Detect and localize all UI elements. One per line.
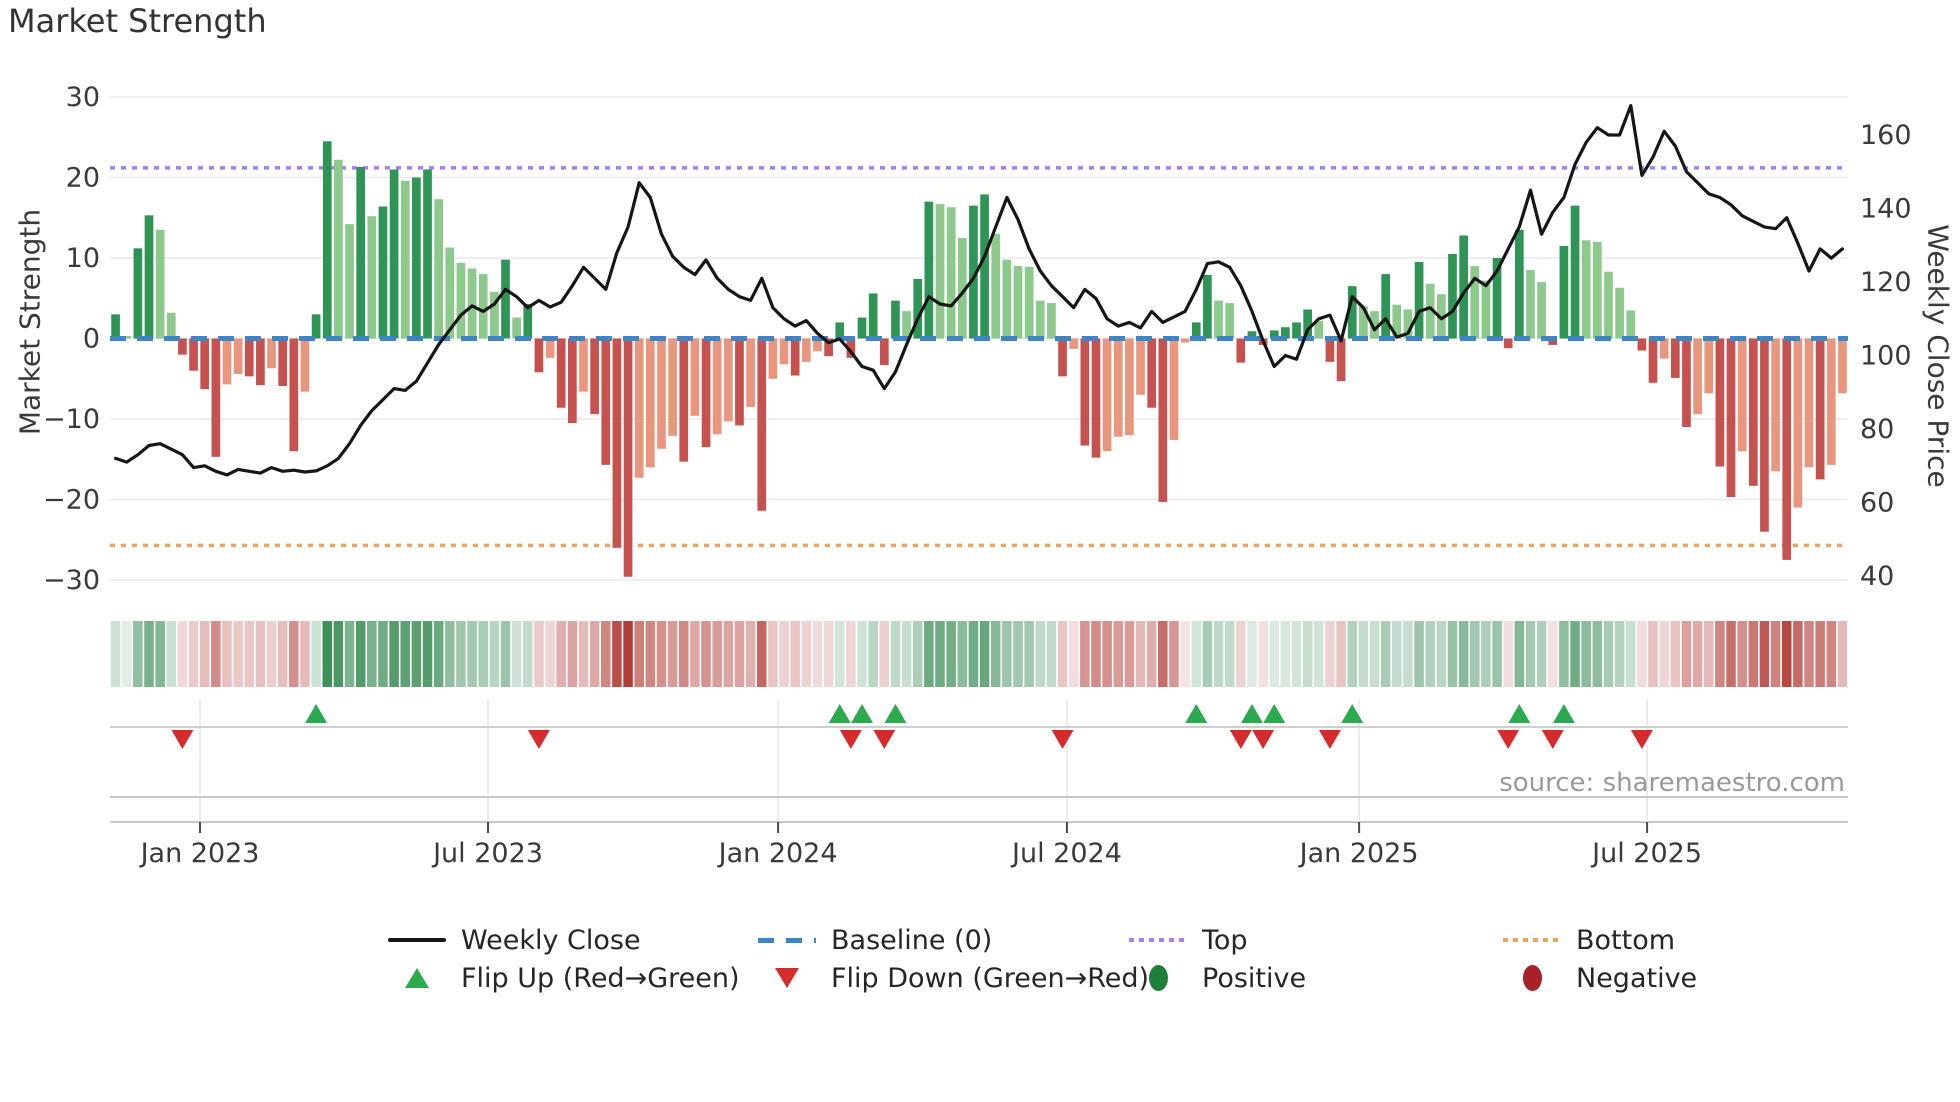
legend-item-bottom: Bottom (1502, 920, 1675, 960)
svg-text:0: 0 (83, 324, 100, 355)
negative-dot-icon (1502, 965, 1562, 991)
market-strength-figure: 30 20 10 0 −10 −20 −30 160 140 120 100 80 60 40 Jan 20… (0, 0, 1960, 1102)
svg-text:60: 60 (1860, 488, 1894, 519)
left-axis-title: Market Strength (13, 208, 47, 436)
svg-text:30: 30 (66, 82, 100, 113)
svg-text:Jan 2024: Jan 2024 (717, 838, 838, 869)
flip-up-marker (305, 704, 328, 723)
flip-up-marker (1508, 704, 1531, 723)
flip-up-marker (851, 704, 874, 723)
top-dotted-swatch (1128, 938, 1188, 942)
flip-up-triangle-icon (387, 968, 447, 988)
flip-down-marker (171, 730, 194, 749)
svg-text:−10: −10 (43, 404, 100, 435)
right-axis-title: Weekly Close Price (1921, 224, 1955, 488)
main-chart-canvas: 3020100−10−20−30160140120100806040Jan 20… (43, 82, 1912, 869)
flip-down-marker (873, 730, 896, 749)
svg-text:160: 160 (1860, 120, 1912, 151)
legend-label: Flip Down (Green→Red) (831, 962, 1150, 994)
marker-rows (110, 700, 1848, 833)
svg-text:−30: −30 (43, 565, 100, 596)
flip-up-marker (1185, 704, 1208, 723)
legend-item-flip-up: Flip Up (Red→Green) (387, 958, 740, 998)
flip-up-marker (1263, 704, 1286, 723)
legend-label: Bottom (1576, 924, 1676, 956)
legend-item-flip-down: Flip Down (Green→Red) (757, 958, 1149, 998)
svg-text:10: 10 (66, 243, 100, 274)
svg-text:80: 80 (1860, 414, 1894, 445)
flip-up-marker (1341, 704, 1364, 723)
chart-title: Market Strength (8, 2, 267, 40)
svg-text:Jul 2023: Jul 2023 (431, 838, 543, 869)
flip-down-marker (1051, 730, 1074, 749)
flip-down-marker (1630, 730, 1653, 749)
svg-text:Jul 2024: Jul 2024 (1010, 838, 1122, 869)
baseline-dash-swatch (757, 937, 817, 943)
svg-text:Jul 2025: Jul 2025 (1590, 838, 1702, 869)
legend-label: Baseline (0) (831, 924, 993, 956)
flip-up-marker (1552, 704, 1575, 723)
flip-down-marker (839, 730, 862, 749)
legend-item-positive: Positive (1128, 958, 1306, 998)
flip-down-triangle-icon (757, 968, 817, 988)
bottom-dotted-swatch (1502, 938, 1562, 942)
flip-up-marker (1240, 704, 1263, 723)
svg-text:Jan 2023: Jan 2023 (139, 838, 260, 869)
svg-text:100: 100 (1860, 341, 1912, 372)
svg-text:140: 140 (1860, 194, 1912, 225)
svg-text:120: 120 (1860, 267, 1912, 298)
legend-item-baseline: Baseline (0) (757, 920, 992, 960)
svg-text:40: 40 (1860, 561, 1894, 592)
flip-down-marker (1541, 730, 1564, 749)
flip-down-marker (527, 730, 550, 749)
flip-down-marker (1229, 730, 1252, 749)
weekly-close-line-swatch (387, 938, 447, 942)
flip-up-marker (828, 704, 851, 723)
legend-item-top: Top (1128, 920, 1248, 960)
legend-label: Positive (1202, 962, 1307, 994)
svg-text:20: 20 (66, 163, 100, 194)
svg-text:−20: −20 (43, 485, 100, 516)
legend-label: Top (1202, 924, 1248, 956)
flip-down-marker (1497, 730, 1520, 749)
source-credit: source: sharemaestro.com (1499, 768, 1845, 798)
legend-label: Flip Up (Red→Green) (461, 962, 740, 994)
flip-down-marker (1252, 730, 1275, 749)
flip-up-marker (884, 704, 907, 723)
legend-label: Weekly Close (461, 924, 641, 956)
flip-down-marker (1318, 730, 1341, 749)
strength-bars (111, 141, 1847, 577)
heatmap-strip (110, 621, 1848, 687)
svg-text:Jan 2025: Jan 2025 (1298, 838, 1419, 869)
legend-label: Negative (1576, 962, 1698, 994)
legend-item-negative: Negative (1502, 958, 1697, 998)
legend-item-weekly-close: Weekly Close (387, 920, 641, 960)
positive-dot-icon (1128, 965, 1188, 991)
